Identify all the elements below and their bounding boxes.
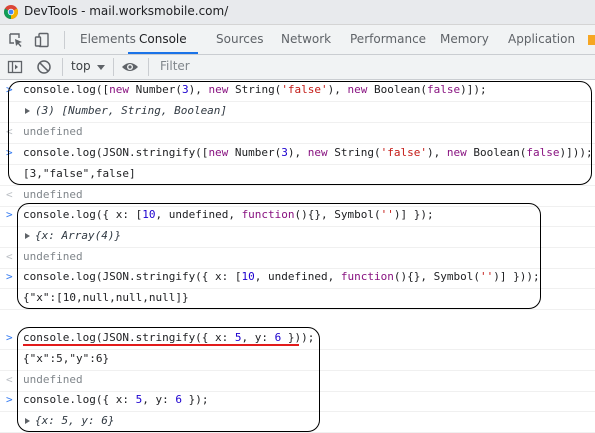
return-arrow-icon: < xyxy=(6,373,13,386)
show-sidebar-icon[interactable] xyxy=(7,59,23,75)
console-input-line: > console.log({ x: [10, undefined, funct… xyxy=(0,205,595,227)
console-return-line: < undefined xyxy=(0,247,595,269)
annotation-underline xyxy=(23,344,299,346)
console-output-line: {"x":5,"y":6} xyxy=(0,349,595,371)
tab-application[interactable]: Application xyxy=(508,25,575,54)
console-return-line: < undefined xyxy=(0,370,595,392)
return-arrow-icon: < xyxy=(6,125,13,138)
console-output-line: {"x":[10,null,null,null]} xyxy=(0,288,595,310)
console-output-line[interactable]: {x: 5, y: 6} xyxy=(0,411,595,433)
input-prompt-icon: > xyxy=(6,208,13,221)
more-tabs-icon[interactable] xyxy=(588,35,595,45)
tab-memory[interactable]: Memory xyxy=(440,25,489,54)
return-arrow-icon: < xyxy=(6,250,13,263)
toolbar-divider xyxy=(148,58,149,76)
console-output-line[interactable]: {x: Array(4)} xyxy=(0,226,595,248)
toolbar-divider xyxy=(62,58,63,76)
filter-input[interactable]: Filter xyxy=(160,59,190,73)
console-input-line: > console.log(JSON.stringify({ x: 5, y: … xyxy=(0,328,595,350)
console-output-line: [3,"false",false] xyxy=(0,164,595,186)
clear-console-icon[interactable] xyxy=(36,59,52,75)
toolbar-divider xyxy=(113,58,114,76)
input-prompt-icon: > xyxy=(6,393,13,406)
input-prompt-icon: > xyxy=(6,146,13,159)
live-expression-eye-icon[interactable] xyxy=(121,59,139,75)
return-arrow-icon: < xyxy=(6,188,13,201)
window-titlebar: DevTools - mail.worksmobile.com/ xyxy=(0,0,595,25)
tab-sources[interactable]: Sources xyxy=(216,25,263,54)
chevron-down-icon[interactable] xyxy=(97,65,105,70)
console-input-line: > console.log(JSON.stringify({ x: [10, u… xyxy=(0,267,595,289)
expand-triangle-icon[interactable] xyxy=(25,108,30,114)
devtools-tabbar: Elements Console Sources Network Perform… xyxy=(0,25,595,55)
console-input-line: > console.log([new Number(3), new String… xyxy=(0,80,595,102)
tab-network[interactable]: Network xyxy=(281,25,331,54)
console-toolbar: top Filter xyxy=(0,55,595,80)
expand-triangle-icon[interactable] xyxy=(25,418,30,424)
console-input-line: > console.log(JSON.stringify([new Number… xyxy=(0,143,595,165)
tabbar-divider xyxy=(64,31,65,49)
chrome-icon xyxy=(4,5,18,19)
input-prompt-icon: > xyxy=(6,83,13,96)
console-return-line: < undefined xyxy=(0,122,595,144)
inspect-element-icon[interactable] xyxy=(8,32,24,48)
console-output-line[interactable]: (3) [Number, String, Boolean] xyxy=(0,101,595,123)
input-prompt-icon: > xyxy=(6,270,13,283)
context-selector[interactable]: top xyxy=(71,59,91,73)
input-prompt-icon: > xyxy=(6,331,13,344)
tab-console[interactable]: Console xyxy=(128,25,198,54)
device-toolbar-icon[interactable] xyxy=(34,32,50,48)
console-output: > console.log([new Number(3), new String… xyxy=(0,80,595,433)
window-title: DevTools - mail.worksmobile.com/ xyxy=(24,4,229,18)
tab-performance[interactable]: Performance xyxy=(350,25,426,54)
console-return-line: < undefined xyxy=(0,185,595,207)
expand-triangle-icon[interactable] xyxy=(25,233,30,239)
console-input-line: > console.log({ x: 5, y: 6 }); xyxy=(0,390,595,412)
